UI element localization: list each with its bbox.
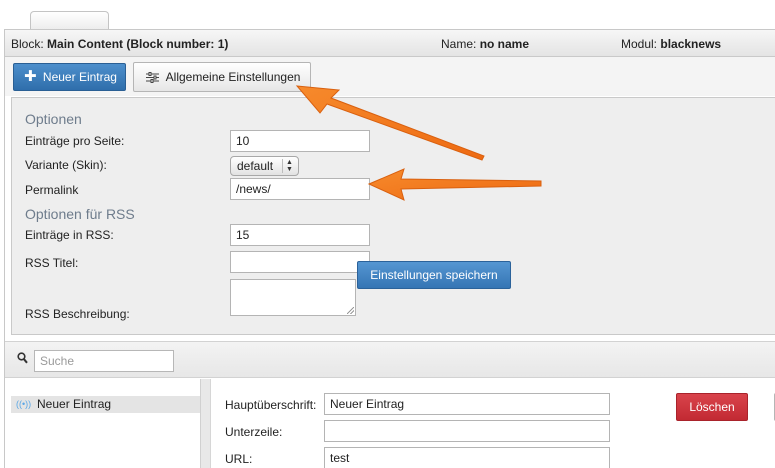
name-label: Name: (441, 37, 477, 51)
permalink-input[interactable] (230, 178, 370, 200)
variant-value: default (237, 159, 274, 173)
plus-icon: ✚ (24, 68, 37, 85)
general-settings-button[interactable]: Allgemeine Einstellungen (133, 62, 311, 92)
modul-label: Modul: (621, 37, 658, 51)
select-arrows-icon: ▲ ▼ (282, 159, 296, 173)
list-item[interactable]: ((•)) Neuer Eintrag (11, 396, 200, 413)
rss-entries-label: Einträge in RSS: (25, 228, 114, 242)
list-item-label: Neuer Eintrag (37, 397, 112, 411)
rss-title-label: RSS Titel: (25, 256, 79, 270)
block-value: Main Content (Block number: 1) (47, 37, 229, 51)
info-bar: Block: Main Content (Block number: 1) Na… (5, 30, 775, 57)
rss-options-title: Optionen für RSS (25, 206, 135, 222)
top-tab[interactable] (30, 11, 109, 30)
list-scrollbar[interactable] (200, 379, 210, 468)
general-settings-label: Allgemeine Einstellungen (165, 70, 301, 84)
rss-entries-input[interactable] (230, 224, 370, 246)
new-entry-button[interactable]: ✚ Neuer Eintrag (13, 63, 126, 91)
variant-label: Variante (Skin): (25, 158, 107, 172)
modul-value: blacknews (660, 37, 722, 51)
options-panel: Optionen Einträge pro Seite: Variante (S… (11, 97, 775, 335)
save-settings-button[interactable]: Einstellungen speichern (357, 261, 511, 289)
toolbar: ✚ Neuer Eintrag Allgemeine Einstellungen (5, 57, 775, 96)
rss-title-input[interactable] (230, 251, 370, 273)
variant-select[interactable]: default ▲ ▼ (230, 156, 299, 176)
block-label: Block: (11, 37, 44, 51)
name-info: Name: no name (441, 37, 529, 51)
new-entry-label: Neuer Eintrag (42, 70, 117, 84)
resize-grip-icon[interactable] (347, 307, 354, 314)
module-frame: Block: Main Content (Block number: 1) Na… (4, 29, 775, 468)
entry-detail: Hauptüberschrift: Neuer Eintrag Unterzei… (211, 379, 775, 468)
options-title: Optionen (25, 111, 82, 127)
entries-per-page-input[interactable] (230, 130, 370, 152)
name-value: no name (479, 37, 530, 51)
rss-icon: ((•)) (16, 399, 32, 409)
rss-description-textarea[interactable] (230, 279, 356, 316)
sliders-icon (146, 72, 159, 83)
subline-input[interactable] (324, 420, 610, 442)
url-input[interactable]: test (324, 447, 610, 468)
headline-label: Hauptüberschrift: (225, 398, 317, 412)
search-input[interactable]: Suche (34, 350, 174, 372)
delete-button[interactable]: Löschen (676, 393, 748, 421)
subline-label: Unterzeile: (225, 425, 283, 439)
rss-description-label: RSS Beschreibung: (25, 307, 130, 321)
search-icon (17, 352, 28, 364)
permalink-label: Permalink (25, 183, 79, 197)
search-bar: Suche (5, 341, 775, 378)
modul-info: Modul: blacknews (621, 37, 721, 51)
entries-per-page-label: Einträge pro Seite: (25, 134, 125, 148)
url-label: URL: (225, 452, 253, 466)
headline-input[interactable]: Neuer Eintrag (324, 393, 610, 415)
entry-list: ((•)) Neuer Eintrag (5, 379, 211, 468)
block-info: Block: Main Content (Block number: 1) (11, 37, 228, 51)
